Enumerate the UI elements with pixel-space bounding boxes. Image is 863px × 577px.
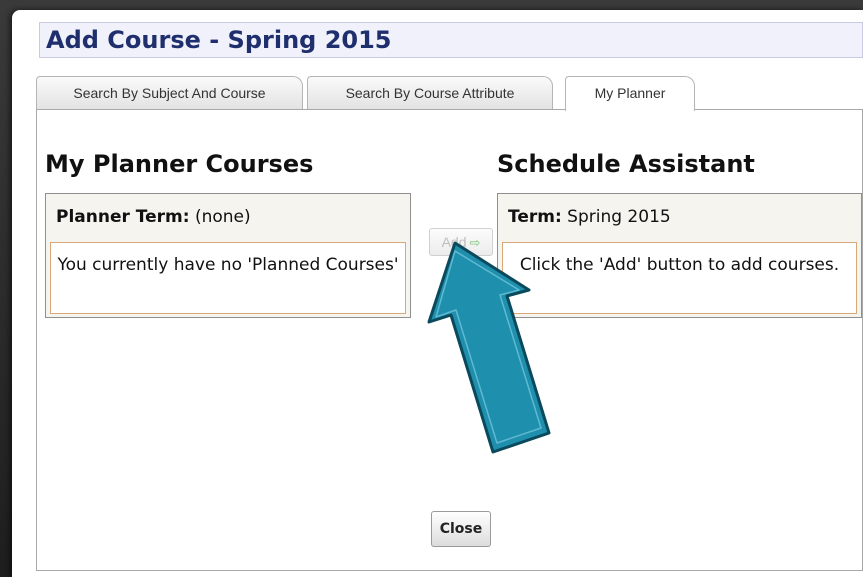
add-course-dialog: Add Course - Spring 2015 Search By Subje…: [12, 10, 863, 577]
schedule-term-row: Term: Spring 2015: [498, 194, 861, 240]
arrow-right-icon: ⇨: [469, 235, 481, 250]
tab-my-planner[interactable]: My Planner: [565, 76, 695, 111]
schedule-message: Click the 'Add' button to add courses.: [502, 242, 857, 314]
my-planner-panel: My Planner Courses Planner Term: (none) …: [36, 109, 863, 571]
planner-term-row: Planner Term: (none): [46, 194, 410, 240]
tab-label: Search By Subject And Course: [73, 85, 266, 101]
dialog-title-bar: Add Course - Spring 2015: [39, 22, 863, 58]
tab-search-by-subject[interactable]: Search By Subject And Course: [36, 76, 303, 110]
planner-courses-box: Planner Term: (none) You currently have …: [45, 193, 411, 318]
planner-heading: My Planner Courses: [45, 150, 314, 178]
tab-label: Search By Course Attribute: [345, 85, 515, 101]
schedule-heading: Schedule Assistant: [497, 150, 755, 178]
schedule-assistant-box: Term: Spring 2015 Click the 'Add' button…: [497, 193, 862, 318]
add-button[interactable]: Add ⇨: [429, 228, 493, 256]
planner-term-label: Planner Term:: [56, 207, 190, 227]
tab-strip: Search By Subject And Course Search By C…: [36, 76, 863, 111]
tab-search-by-attribute[interactable]: Search By Course Attribute: [307, 76, 553, 110]
tab-label: My Planner: [594, 85, 666, 101]
schedule-term-value: Spring 2015: [567, 207, 671, 227]
add-button-label: Add: [441, 234, 467, 250]
close-button[interactable]: Close: [431, 511, 491, 547]
dialog-title: Add Course - Spring 2015: [46, 26, 392, 54]
schedule-term-label: Term:: [508, 207, 562, 227]
planner-term-value: (none): [194, 207, 251, 227]
planner-empty-message: You currently have no 'Planned Courses': [50, 242, 406, 314]
